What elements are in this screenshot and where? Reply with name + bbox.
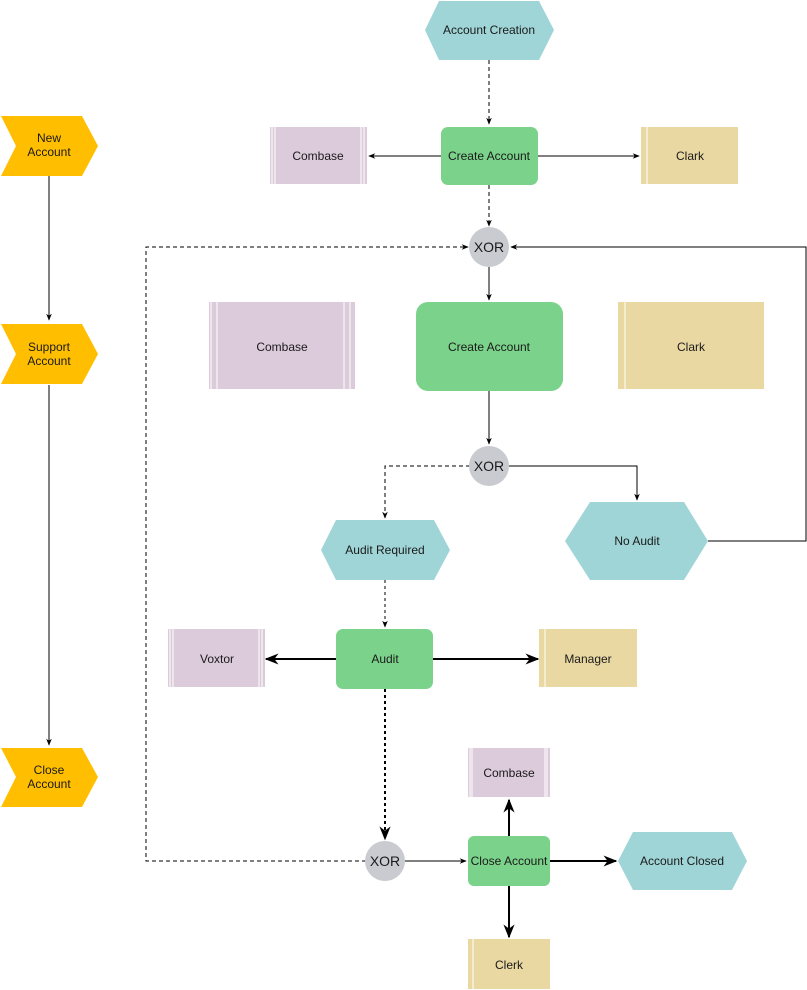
connector-xor2-to-audit-required[interactable] [382, 465, 470, 519]
event-label: Account Creation [443, 23, 535, 37]
connector-xor2-to-no-audit[interactable] [509, 465, 640, 501]
event-label: No Audit [614, 534, 660, 548]
system-label: Voxtor [200, 652, 234, 666]
system-label: Combase [256, 340, 308, 354]
xor-gateway-2[interactable]: XOR [469, 446, 509, 486]
role-clerk[interactable]: Clerk [468, 939, 550, 989]
event-label: Audit Required [345, 543, 424, 557]
xor-label: XOR [474, 239, 504, 255]
system-combase-1[interactable]: Combase [270, 127, 367, 184]
function-label: Create Account [448, 149, 531, 163]
connectors [46, 60, 807, 939]
process-path-label-line2: Account [27, 354, 71, 368]
process-path-close-account[interactable]: Close Account [1, 748, 98, 807]
xor-label: XOR [370, 853, 400, 869]
event-label: Account Closed [640, 854, 724, 868]
event-no-audit[interactable]: No Audit [565, 502, 708, 580]
role-manager[interactable]: Manager [539, 629, 637, 687]
process-path-new-account[interactable]: New Account [1, 116, 98, 176]
process-path-label-line2: Account [27, 777, 71, 791]
system-combase-3[interactable]: Combase [468, 748, 550, 797]
connector-no-audit-to-xor1[interactable] [510, 244, 807, 542]
xor-gateway-1[interactable]: XOR [469, 227, 509, 267]
process-path-label-line1: New [37, 131, 61, 145]
role-label: Manager [564, 652, 611, 666]
process-path-support-account[interactable]: Support Account [1, 324, 98, 384]
xor-gateway-3[interactable]: XOR [365, 841, 405, 881]
function-label: Audit [371, 652, 399, 666]
function-close-account[interactable]: Close Account [468, 836, 550, 886]
system-label: Combase [483, 766, 535, 780]
function-create-account-2[interactable]: Create Account [416, 302, 563, 391]
role-clark-2[interactable]: Clark [618, 302, 764, 389]
system-voxtor[interactable]: Voxtor [168, 629, 265, 687]
function-label: Create Account [448, 340, 531, 354]
process-path-label-line2: Account [27, 145, 71, 159]
process-path-label-line1: Close [34, 763, 65, 777]
role-label: Clark [677, 340, 706, 354]
xor-label: XOR [474, 458, 504, 474]
process-path-label-line1: Support [28, 340, 71, 354]
system-label: Combase [292, 149, 344, 163]
role-label: Clerk [495, 958, 524, 972]
function-audit[interactable]: Audit [336, 629, 433, 689]
epc-diagram: New Account Support Account Close Accoun… [1, 1, 807, 989]
event-audit-required[interactable]: Audit Required [321, 520, 450, 580]
event-account-creation[interactable]: Account Creation [425, 1, 554, 60]
role-label: Clark [676, 149, 705, 163]
role-clark-1[interactable]: Clark [641, 127, 738, 184]
event-account-closed[interactable]: Account Closed [618, 832, 747, 890]
function-label: Close Account [471, 854, 548, 868]
function-create-account-1[interactable]: Create Account [441, 127, 538, 185]
system-combase-2[interactable]: Combase [209, 302, 355, 389]
